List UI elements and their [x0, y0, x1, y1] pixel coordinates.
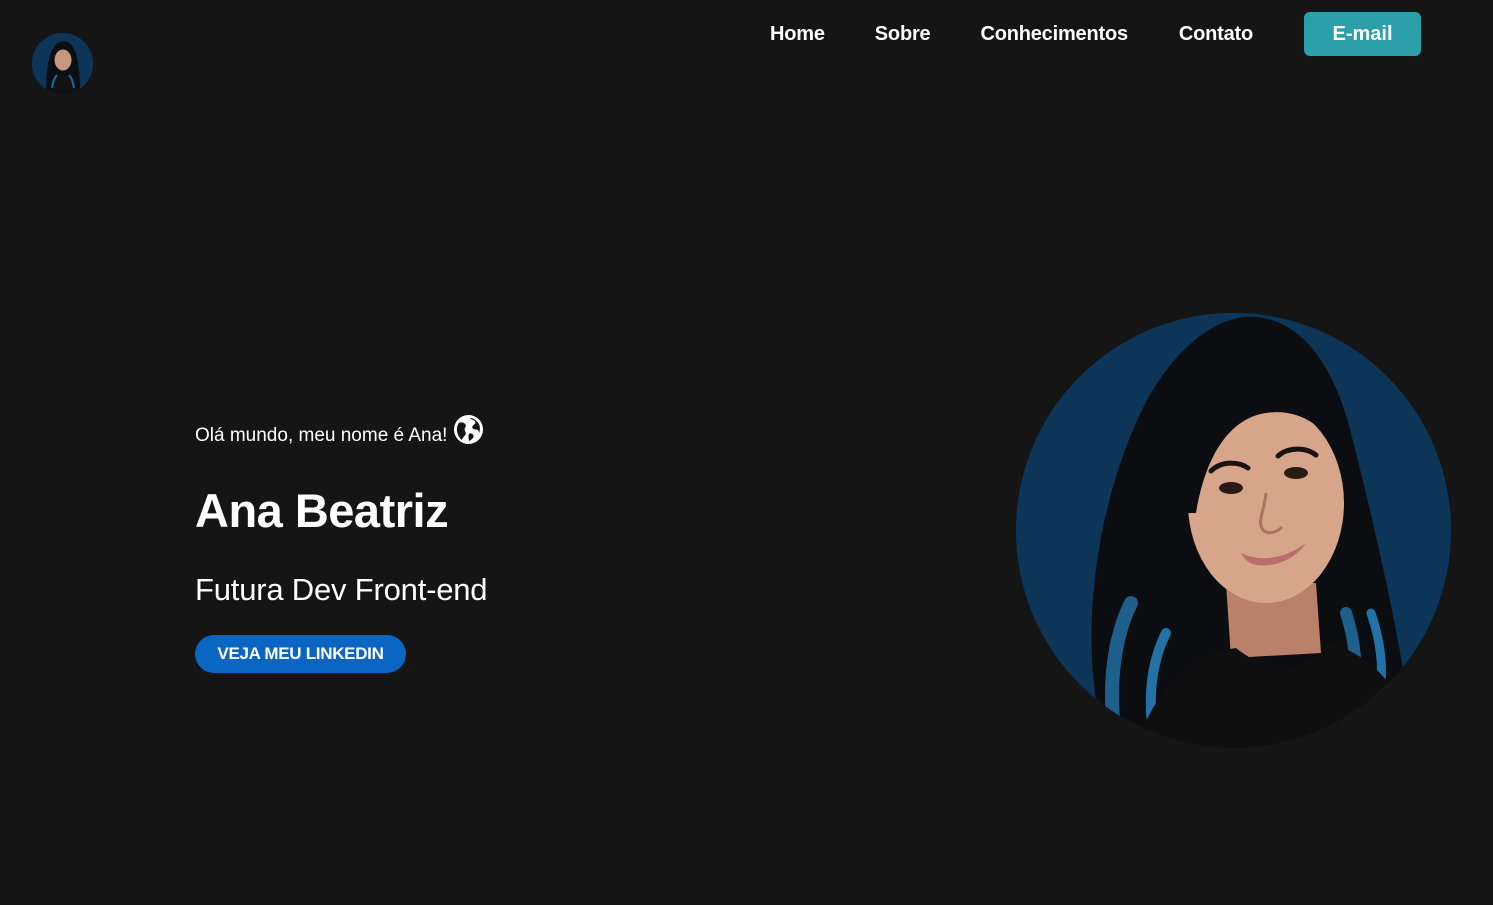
profile-portrait [1016, 313, 1451, 748]
email-button[interactable]: E-mail [1304, 12, 1422, 56]
nav-contato-link[interactable]: Contato [1179, 23, 1253, 46]
nav-conhecimentos-link[interactable]: Conhecimentos [980, 23, 1128, 46]
nav-home-link[interactable]: Home [770, 23, 825, 46]
main-nav: Home Sobre Conhecimentos Contato E-mail [770, 12, 1422, 56]
profile-avatar[interactable] [32, 33, 93, 94]
hero-name: Ana Beatriz [195, 484, 449, 537]
globe-icon [454, 414, 484, 445]
greeting: Olá mundo, meu nome é Ana! [195, 414, 484, 448]
nav-sobre-link[interactable]: Sobre [875, 23, 931, 46]
greeting-text: Olá mundo, meu nome é Ana! [195, 425, 448, 446]
page: Home Sobre Conhecimentos Contato E-mail … [0, 0, 1493, 907]
linkedin-button[interactable]: VEJA MEU LINKEDIN [195, 635, 406, 673]
site-header: Home Sobre Conhecimentos Contato E-mail [0, 0, 1493, 100]
profile-photo-icon [32, 33, 93, 94]
profile-photo-icon [1016, 313, 1451, 748]
hero-role: Futura Dev Front-end [195, 572, 488, 607]
